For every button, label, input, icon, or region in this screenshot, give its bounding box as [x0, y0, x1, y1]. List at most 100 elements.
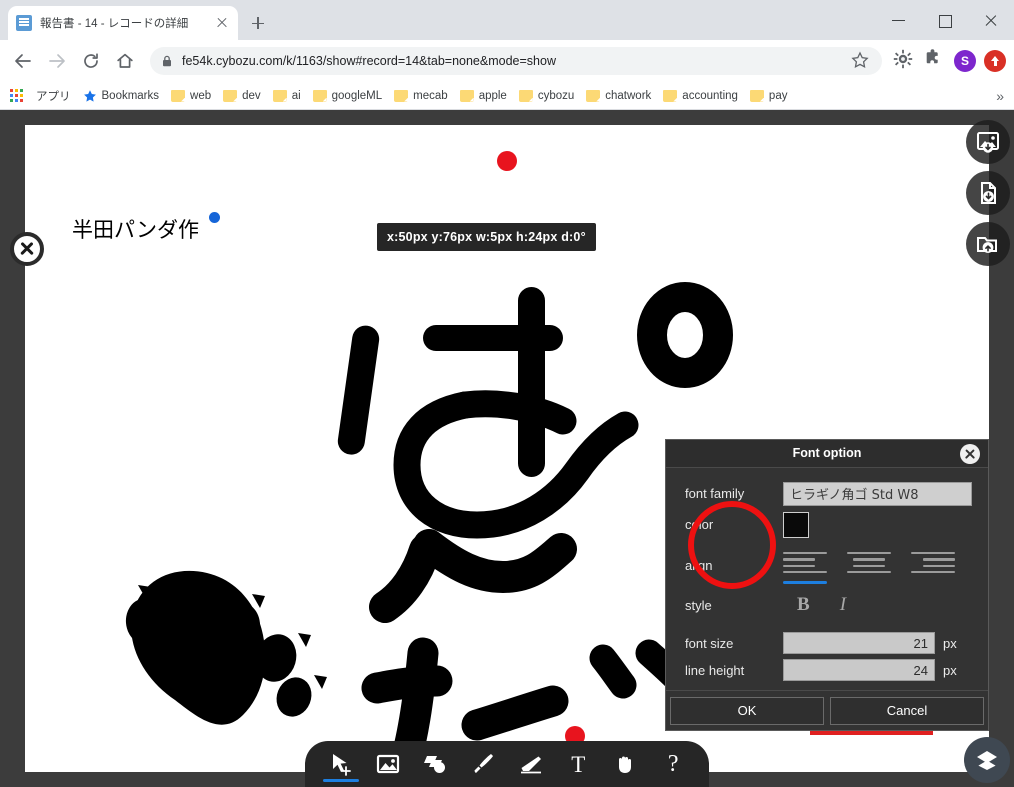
forward-arrow-icon[interactable] — [42, 46, 72, 76]
color-row: color — [685, 511, 972, 538]
tool-palette: T ? — [305, 741, 709, 787]
image-icon — [377, 754, 400, 774]
bookmark-label: chatwork — [605, 89, 652, 102]
align-center-button[interactable] — [847, 548, 891, 583]
coordinate-tooltip: x:50px y:76px w:5px h:24px d:0° — [377, 223, 596, 251]
folder-icon — [459, 89, 474, 102]
bookmark-star-icon[interactable] — [850, 50, 872, 72]
eraser-tool[interactable] — [512, 744, 550, 784]
text-tool[interactable]: T — [559, 744, 597, 784]
address-bar[interactable]: fe54k.cybozu.com/k/1163/show#record=14&t… — [150, 47, 882, 75]
folder-icon — [272, 89, 287, 102]
folder-icon — [394, 89, 409, 102]
font-option-dialog: Font option font family ヒラギノ角ゴ Std W8 co… — [665, 439, 989, 731]
load-file-button[interactable] — [966, 222, 1010, 266]
font-family-input[interactable]: ヒラギノ角ゴ Std W8 — [783, 481, 972, 506]
home-icon[interactable] — [110, 46, 140, 76]
align-label: align — [685, 557, 713, 573]
close-editor-button[interactable] — [10, 232, 44, 266]
cancel-button[interactable]: Cancel — [830, 696, 984, 725]
bookmark-item-mecab[interactable]: mecab — [388, 85, 454, 107]
back-arrow-icon[interactable] — [8, 46, 38, 76]
bookmark-item-googleml[interactable]: googleML — [307, 85, 389, 107]
help-tool[interactable]: ? — [654, 744, 692, 784]
rotate-handle[interactable] — [497, 151, 517, 171]
update-arrow-icon[interactable] — [984, 50, 1006, 72]
line-height-label: line height — [685, 662, 745, 678]
browser-tab[interactable]: 報告書 - 14 - レコードの詳細 — [8, 6, 238, 40]
bookmark-item-ai[interactable]: ai — [267, 85, 307, 107]
extensions-puzzle-icon[interactable] — [922, 48, 948, 74]
bookmark-item-web[interactable]: web — [165, 85, 217, 107]
style-options: B I — [783, 594, 846, 616]
layers-button[interactable] — [964, 737, 1010, 783]
bookmark-item-accounting[interactable]: accounting — [657, 85, 744, 107]
layers-icon — [977, 751, 997, 770]
bookmarks-bar: アプリ Bookmarks web dev ai googleML mecab — [0, 82, 1014, 110]
image-tool[interactable] — [369, 744, 407, 784]
align-row: align — [685, 548, 972, 584]
maximize-icon[interactable] — [922, 4, 968, 36]
brush-tool[interactable] — [464, 744, 502, 784]
bookmark-item-apple[interactable]: apple — [454, 85, 513, 107]
save-image-button[interactable] — [966, 120, 1010, 164]
dialog-title: Font option — [792, 446, 862, 461]
dialog-body: font family ヒラギノ角ゴ Std W8 color align st… — [666, 468, 988, 691]
folder-icon — [171, 89, 186, 102]
new-tab-button[interactable] — [244, 9, 272, 37]
folder-icon — [749, 89, 764, 102]
hand-tool[interactable] — [607, 744, 645, 784]
url-text: fe54k.cybozu.com/k/1163/show#record=14&t… — [182, 54, 556, 68]
font-family-row: font family ヒラギノ角ゴ Std W8 — [685, 481, 972, 506]
bookmark-apps[interactable]: アプリ — [30, 85, 77, 107]
align-left-button[interactable] — [783, 548, 827, 584]
line-height-input[interactable]: 24 — [783, 659, 935, 682]
bookmark-label: googleML — [331, 89, 383, 102]
ok-button[interactable]: OK — [670, 696, 824, 725]
bookmark-label: accounting — [682, 89, 738, 102]
tab-strip: 報告書 - 14 - レコードの詳細 — [0, 0, 1014, 40]
gear-icon[interactable] — [892, 48, 918, 74]
author-selection-handle[interactable] — [209, 212, 220, 223]
minimize-icon[interactable] — [876, 4, 922, 36]
bookmark-item-pay[interactable]: pay — [744, 85, 794, 107]
drawing-editor: 半田パンダ作 半田印 x:50px y:76px w:5px h:24px d:… — [0, 110, 1014, 787]
bold-button[interactable]: B — [797, 594, 810, 616]
font-size-row: font size 21 px — [685, 632, 972, 655]
shapes-icon — [423, 756, 445, 773]
bookmark-label: pay — [768, 89, 788, 102]
select-move-tool[interactable] — [322, 744, 360, 784]
eraser-icon — [520, 756, 541, 774]
align-right-button[interactable] — [911, 548, 955, 583]
tab-close-icon[interactable] — [214, 15, 230, 31]
bookmark-label: web — [190, 89, 212, 102]
window-close-icon[interactable] — [968, 4, 1014, 36]
author-text-object[interactable]: 半田パンダ作 — [72, 218, 199, 242]
bookmark-item-chatwork[interactable]: chatwork — [580, 85, 657, 107]
star-icon — [83, 89, 97, 103]
bookmark-item-bookmarks[interactable]: Bookmarks — [77, 85, 166, 107]
font-family-label: font family — [685, 486, 745, 502]
bear-paw-print — [125, 570, 327, 725]
style-label: style — [685, 597, 712, 613]
italic-button[interactable]: I — [840, 594, 846, 616]
dialog-close-icon[interactable] — [960, 444, 980, 464]
document-icon — [16, 15, 32, 31]
browser-window: 報告書 - 14 - レコードの詳細 fe54k.cybozu.com/k/11… — [0, 0, 1014, 787]
lock-icon — [160, 54, 174, 68]
bookmarks-overflow-icon[interactable]: » — [996, 88, 1004, 104]
bookmark-label: Bookmarks — [101, 89, 160, 102]
bookmark-label: apple — [478, 89, 507, 102]
profile-avatar[interactable]: S — [954, 50, 976, 72]
style-row: style B I — [685, 594, 972, 616]
apps-grid-icon[interactable] — [10, 88, 24, 103]
color-swatch[interactable] — [783, 511, 809, 538]
font-size-input[interactable]: 21 — [783, 632, 935, 655]
reload-icon[interactable] — [76, 46, 106, 76]
bookmark-item-dev[interactable]: dev — [217, 85, 267, 107]
text-t-label: T — [571, 751, 586, 777]
shapes-tool[interactable] — [417, 744, 455, 784]
folder-icon — [663, 89, 678, 102]
bookmark-item-cybozu[interactable]: cybozu — [513, 85, 580, 107]
save-file-button[interactable] — [966, 171, 1010, 215]
